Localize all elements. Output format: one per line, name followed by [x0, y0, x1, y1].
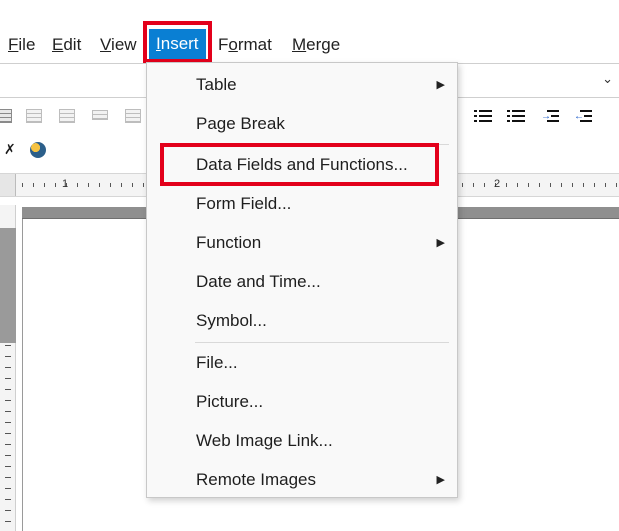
delete-row-icon[interactable]: [92, 110, 108, 120]
menu-file[interactable]: File: [8, 27, 35, 63]
delete-column-icon[interactable]: [125, 109, 141, 123]
bullet-list-icon[interactable]: [474, 109, 492, 123]
menu-item-label: Form Field...: [196, 194, 292, 213]
vertical-ruler-margin: [0, 228, 16, 343]
menu-view[interactable]: View: [100, 27, 137, 63]
menu-item-label: Symbol...: [196, 311, 267, 330]
menu-item-label: Data Fields and Functions...: [196, 155, 408, 174]
menu-item-form-field[interactable]: Form Field...: [147, 186, 457, 222]
ruler-mark-2: 2: [494, 178, 501, 190]
menu-format[interactable]: Format: [218, 27, 272, 63]
menu-item-label: Page Break: [196, 114, 285, 133]
increase-indent-icon[interactable]: →: [541, 109, 559, 123]
decrease-indent-icon[interactable]: ←: [574, 109, 592, 123]
submenu-arrow-icon: ▶: [436, 474, 445, 486]
menu-item-web-image-link[interactable]: Web Image Link...: [147, 423, 457, 459]
menu-item-date-time[interactable]: Date and Time...: [147, 264, 457, 300]
menu-file-rest: ile: [18, 35, 36, 54]
menu-item-label: Web Image Link...: [196, 431, 333, 450]
menu-item-table[interactable]: Table ▶: [147, 67, 457, 103]
menu-insert-rest: nsert: [160, 34, 199, 53]
menu-item-label: File...: [196, 353, 238, 372]
menu-item-symbol[interactable]: Symbol...: [147, 303, 457, 339]
vertical-ruler-ticks: [5, 345, 11, 531]
menu-item-label: Date and Time...: [196, 272, 321, 291]
menu-edit-rest: dit: [63, 35, 82, 54]
submenu-arrow-icon: ▶: [436, 237, 445, 249]
menu-item-page-break[interactable]: Page Break: [147, 106, 457, 142]
insert-dropdown-menu: Table ▶ Page Break Data Fields and Funct…: [146, 62, 458, 498]
menu-merge-rest: erge: [306, 35, 341, 54]
numbered-list-icon[interactable]: [507, 109, 525, 123]
vertical-ruler[interactable]: [0, 205, 16, 531]
menu-separator: [195, 342, 449, 343]
table-icon[interactable]: [0, 109, 12, 123]
submenu-arrow-icon: ▶: [436, 79, 445, 91]
menu-format-first: F: [218, 35, 229, 54]
collapse-chevron-icon[interactable]: ⌄: [602, 71, 613, 87]
menu-item-function[interactable]: Function ▶: [147, 225, 457, 261]
menu-separator: [195, 144, 449, 145]
menu-item-remote-images[interactable]: Remote Images ▶: [147, 462, 457, 498]
menu-view-rest: iew: [111, 35, 137, 54]
menu-item-label: Picture...: [196, 392, 264, 411]
menu-bar: File Edit View Insert Format Merge: [0, 27, 619, 63]
menu-insert[interactable]: Insert: [149, 29, 206, 59]
menu-item-file[interactable]: File...: [147, 345, 457, 381]
menu-item-data-fields[interactable]: Data Fields and Functions...: [147, 147, 457, 183]
runner-icon[interactable]: ✗: [4, 141, 16, 158]
globe-icon[interactable]: [30, 142, 46, 158]
insert-row-icon[interactable]: [26, 109, 42, 123]
menu-item-label: Remote Images: [196, 470, 316, 489]
ruler-corner: [0, 174, 16, 196]
ruler-mark-1: 1: [62, 178, 69, 190]
insert-column-icon[interactable]: [59, 109, 75, 123]
menu-edit[interactable]: Edit: [52, 27, 81, 63]
menu-item-label: Function: [196, 233, 262, 252]
menu-item-label: Table: [196, 75, 237, 94]
menu-format-rest: rmat: [237, 35, 272, 54]
menu-item-picture[interactable]: Picture...: [147, 384, 457, 420]
menu-merge[interactable]: Merge: [292, 27, 340, 63]
